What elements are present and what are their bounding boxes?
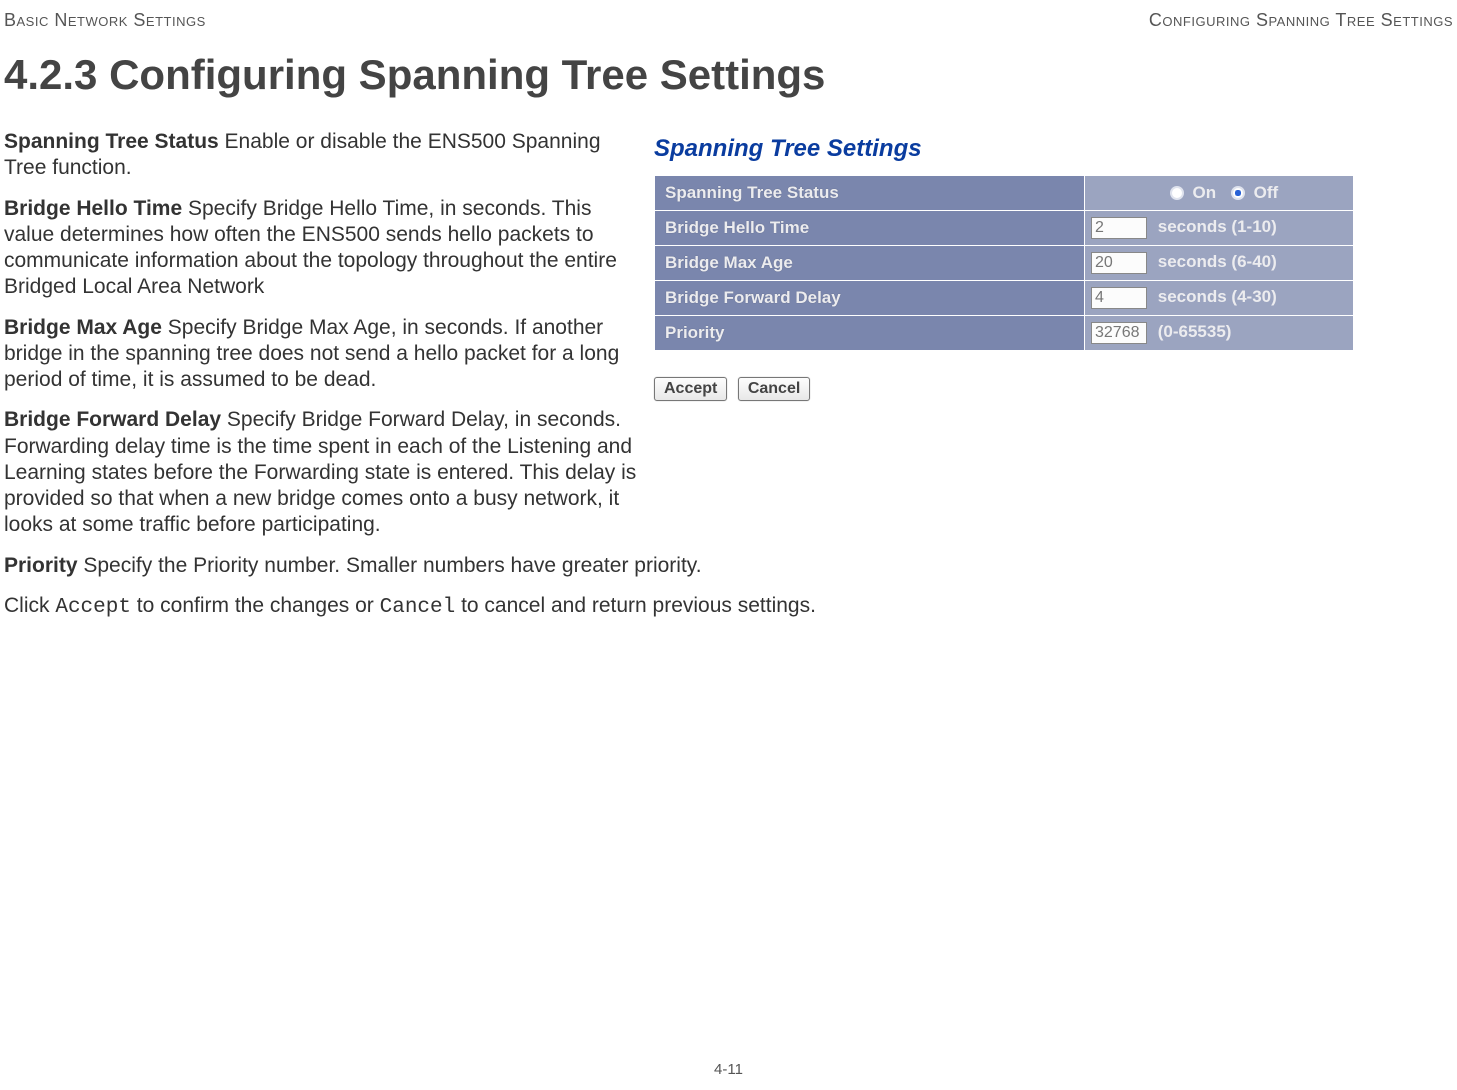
value-spanning-tree-status: On Off — [1085, 176, 1354, 211]
value-bridge-max-age: seconds (6-40) — [1085, 246, 1354, 281]
label-bridge-max-age: Bridge Max Age — [655, 246, 1085, 281]
page-number: 4-11 — [0, 1061, 1457, 1078]
term-bridge-hello-time: Bridge Hello Time — [4, 197, 182, 220]
page-header: Basic Network Settings Configuring Spann… — [0, 0, 1457, 31]
radio-on[interactable] — [1170, 186, 1184, 200]
screenshot-title: Spanning Tree Settings — [654, 135, 1453, 163]
row-bridge-forward-delay: Bridge Forward Delay seconds (4-30) — [655, 281, 1354, 316]
mono-accept: Accept — [55, 596, 131, 619]
screenshot-column: Spanning Tree Settings Spanning Tree Sta… — [654, 129, 1453, 553]
label-priority: Priority — [655, 316, 1085, 351]
input-bridge-max-age[interactable] — [1091, 252, 1147, 274]
label-bridge-hello-time: Bridge Hello Time — [655, 211, 1085, 246]
unit-bridge-hello-time: seconds (1-10) — [1158, 217, 1277, 236]
para-bridge-forward-delay: Bridge Forward Delay Specify Bridge Forw… — [4, 407, 640, 538]
text-click: Click — [4, 594, 55, 617]
value-bridge-forward-delay: seconds (4-30) — [1085, 281, 1354, 316]
term-spanning-tree-status: Spanning Tree Status — [4, 130, 219, 153]
label-spanning-tree-status: Spanning Tree Status — [655, 176, 1085, 211]
label-bridge-forward-delay: Bridge Forward Delay — [655, 281, 1085, 316]
row-spanning-tree-status: Spanning Tree Status On Off — [655, 176, 1354, 211]
text-priority: Specify the Priority number. Smaller num… — [78, 554, 702, 577]
text-return: to cancel and return previous settings. — [455, 594, 816, 617]
para-bridge-hello-time: Bridge Hello Time Specify Bridge Hello T… — [4, 196, 640, 301]
mono-cancel: Cancel — [380, 596, 456, 619]
radio-off[interactable] — [1231, 186, 1245, 200]
row-bridge-max-age: Bridge Max Age seconds (6-40) — [655, 246, 1354, 281]
para-priority: Priority Specify the Priority number. Sm… — [4, 553, 1453, 579]
full-width-text: Priority Specify the Priority number. Sm… — [0, 553, 1457, 622]
input-priority[interactable] — [1091, 322, 1147, 344]
input-bridge-forward-delay[interactable] — [1091, 287, 1147, 309]
para-accept-cancel: Click Accept to confirm the changes or C… — [4, 593, 1453, 621]
para-bridge-max-age: Bridge Max Age Specify Bridge Max Age, i… — [4, 315, 640, 394]
term-priority: Priority — [4, 554, 78, 577]
value-priority: (0-65535) — [1085, 316, 1354, 351]
row-priority: Priority (0-65535) — [655, 316, 1354, 351]
header-left: Basic Network Settings — [4, 10, 206, 31]
text-confirm: to confirm the changes or — [131, 594, 380, 617]
cancel-button[interactable]: Cancel — [738, 377, 810, 401]
input-bridge-hello-time[interactable] — [1091, 217, 1147, 239]
unit-bridge-max-age: seconds (6-40) — [1158, 252, 1277, 271]
term-bridge-forward-delay: Bridge Forward Delay — [4, 408, 221, 431]
buttons-row: Accept Cancel — [654, 377, 1453, 401]
section-title: 4.2.3 Configuring Spanning Tree Settings — [4, 51, 1457, 99]
term-bridge-max-age: Bridge Max Age — [4, 316, 162, 339]
value-bridge-hello-time: seconds (1-10) — [1085, 211, 1354, 246]
header-right: Configuring Spanning Tree Settings — [1149, 10, 1453, 31]
text-column: Spanning Tree Status Enable or disable t… — [4, 129, 640, 553]
content-wrap: Spanning Tree Status Enable or disable t… — [0, 129, 1457, 553]
settings-table: Spanning Tree Status On Off Bridge Hello… — [654, 175, 1354, 351]
accept-button[interactable]: Accept — [654, 377, 727, 401]
radio-off-label: Off — [1254, 183, 1279, 202]
radio-on-label: On — [1193, 183, 1217, 202]
row-bridge-hello-time: Bridge Hello Time seconds (1-10) — [655, 211, 1354, 246]
unit-priority: (0-65535) — [1158, 322, 1232, 341]
para-spanning-tree-status: Spanning Tree Status Enable or disable t… — [4, 129, 640, 182]
unit-bridge-forward-delay: seconds (4-30) — [1158, 287, 1277, 306]
